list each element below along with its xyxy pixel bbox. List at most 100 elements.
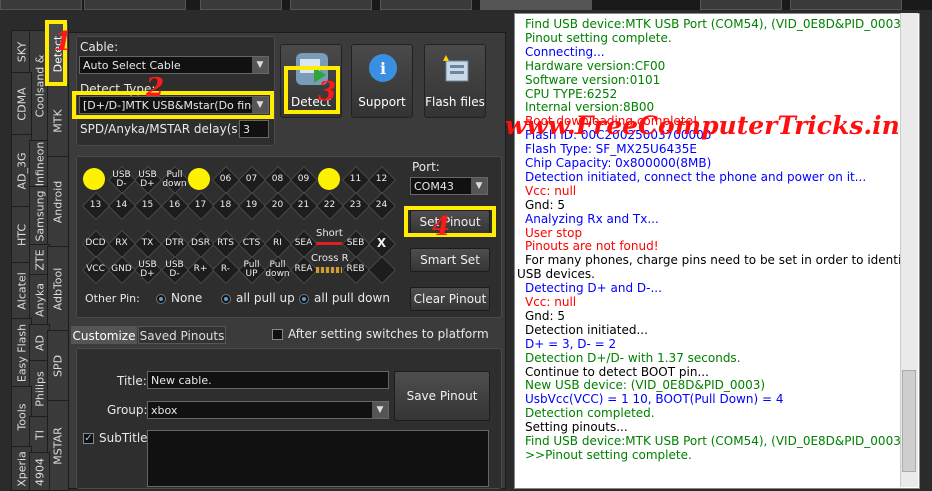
pin-20[interactable]: 20 — [265, 193, 290, 218]
radio-all-pull-up[interactable] — [221, 294, 231, 304]
pin-tx[interactable]: TX — [135, 231, 160, 256]
tab-customize[interactable]: Customize — [71, 326, 137, 344]
pin-11[interactable]: 11 — [343, 167, 368, 192]
log-line: >>Pinout setting complete. — [525, 447, 692, 462]
pin-17[interactable]: 17 — [188, 193, 213, 218]
pin-12[interactable]: 12 — [369, 167, 394, 192]
subtitle-checkbox[interactable]: ✓ — [83, 433, 94, 444]
log-line: Detecting D+ and D-... — [525, 281, 662, 296]
pin-gnd[interactable]: GND — [109, 257, 134, 282]
info-icon: i — [367, 53, 399, 85]
pin-19[interactable]: 19 — [239, 193, 264, 218]
resistor-icon — [316, 267, 342, 273]
vtab-android[interactable]: Android — [47, 156, 69, 248]
pin-07[interactable]: 07 — [239, 167, 264, 192]
top-tab[interactable] — [790, 0, 902, 10]
group-select[interactable]: xbox ▼ — [147, 401, 389, 419]
pin-22[interactable]: 22 — [317, 193, 342, 218]
cable-select[interactable]: Auto Select Cable ▼ — [79, 56, 269, 74]
log-line: Detection initiated, connect the phone a… — [525, 169, 867, 184]
vtab-4904[interactable]: 4904 — [29, 452, 50, 491]
short-line — [316, 242, 342, 245]
top-tab[interactable] — [84, 0, 186, 10]
pin-rx[interactable]: RX — [109, 231, 134, 256]
pin-13[interactable]: 13 — [83, 193, 108, 218]
log-line: Detection completed. — [525, 406, 655, 421]
log-console[interactable]: Find USB device:MTK USB Port (COM54), (V… — [514, 13, 920, 489]
flash-files-icon — [440, 53, 472, 85]
title-input[interactable]: New cable. — [147, 371, 389, 389]
pin-09[interactable]: 09 — [291, 167, 316, 192]
pin-usb-dm-2[interactable]: USB D- — [162, 257, 187, 282]
pin-cts[interactable]: CTS — [239, 231, 264, 256]
cable-label: Cable: — [80, 40, 119, 54]
vtab-adbtool[interactable]: AdbTool — [47, 246, 69, 332]
log-line: D+ = 3, D- = 2 — [525, 336, 617, 351]
pin-05-active[interactable] — [188, 168, 210, 190]
pin-rts[interactable]: RTS — [213, 231, 238, 256]
pin-x-close[interactable]: X — [369, 231, 394, 256]
pin-dtr[interactable]: DTR — [162, 231, 187, 256]
vtab-cdma[interactable]: CDMA — [11, 72, 32, 136]
clear-pinout-button[interactable]: Clear Pinout — [410, 287, 490, 311]
pin-24[interactable]: 24 — [369, 193, 394, 218]
top-tab[interactable] — [200, 0, 282, 10]
support-button[interactable]: i Support — [351, 44, 413, 118]
pin-usb-dp-2[interactable]: USB D+ — [135, 257, 160, 282]
pin-18[interactable]: 18 — [213, 193, 238, 218]
pin-r-minus[interactable]: R- — [213, 257, 238, 282]
pin-dcd[interactable]: DCD — [83, 231, 108, 256]
smart-set-button[interactable]: Smart Set — [410, 248, 490, 272]
pin-15[interactable]: 15 — [135, 193, 160, 218]
radio-none[interactable] — [156, 294, 166, 304]
top-tab[interactable] — [290, 0, 372, 10]
pin-empty[interactable] — [369, 257, 394, 282]
subtitle-textarea[interactable] — [147, 430, 489, 487]
vtab-mstar[interactable]: MSTAR — [47, 400, 69, 491]
pin-vcc[interactable]: VCC — [83, 257, 108, 282]
top-tab-active[interactable] — [480, 0, 592, 10]
radio-all-pull-down[interactable] — [299, 294, 309, 304]
pin-06[interactable]: 06 — [213, 167, 238, 192]
watermark-text: www.FreeComputerTricks.in — [505, 111, 900, 140]
delay-input[interactable]: 3 — [239, 120, 269, 138]
pin-ri[interactable]: RI — [265, 231, 290, 256]
top-tab[interactable] — [380, 0, 472, 10]
save-pinout-button[interactable]: Save Pinout — [394, 371, 490, 421]
pin-pull-up[interactable]: Pull UP — [239, 257, 264, 282]
flash-files-button[interactable]: Flash files — [424, 44, 486, 118]
log-line: Detection initiated... — [525, 322, 648, 337]
log-line: Vcc: null — [525, 183, 577, 198]
vtab-mtk[interactable]: MTK — [47, 84, 69, 158]
top-tab[interactable] — [700, 0, 782, 10]
pin-14[interactable]: 14 — [109, 193, 134, 218]
pin-01-active[interactable] — [83, 168, 105, 190]
pin-pull-down[interactable]: Pull down — [162, 167, 187, 192]
log-line: Software version:0101 — [525, 72, 661, 87]
pin-08[interactable]: 08 — [265, 167, 290, 192]
log-line: Continue to detect BOOT pin... — [525, 364, 709, 379]
pin-16[interactable]: 16 — [162, 193, 187, 218]
log-line: UsbVcc(VCC) = 1 10, BOOT(Pull Down) = 4 — [525, 392, 784, 407]
after-setting-checkbox[interactable] — [272, 329, 283, 340]
annotation-number-4: 4 — [432, 212, 451, 242]
radio-none-label: None — [171, 291, 203, 305]
pin-10-active[interactable] — [318, 168, 340, 190]
pin-usb-dm[interactable]: USB D- — [109, 167, 134, 192]
pin-dsr[interactable]: DSR — [188, 231, 213, 256]
pin-reb[interactable]: REB — [343, 257, 368, 282]
pin-r-plus[interactable]: R+ — [188, 257, 213, 282]
annotation-number-3: 3 — [318, 77, 337, 107]
vtab-spd[interactable]: SPD — [47, 330, 69, 402]
log-line: CPU TYPE:6252 — [525, 86, 618, 101]
pin-pull-down-2[interactable]: Pull down — [265, 257, 290, 282]
log-line: Vcc: null — [525, 295, 577, 309]
pin-23[interactable]: 23 — [343, 193, 368, 218]
pin-usb-dp[interactable]: USB D+ — [135, 167, 160, 192]
port-select[interactable]: COM43 ▼ — [410, 177, 488, 195]
pin-21[interactable]: 21 — [291, 193, 316, 218]
tab-saved-pinouts[interactable]: Saved Pinouts — [138, 326, 226, 344]
top-tab[interactable] — [0, 0, 82, 10]
other-pin-label: Other Pin: — [85, 292, 140, 305]
log-scrollbar-thumb[interactable] — [902, 370, 916, 472]
